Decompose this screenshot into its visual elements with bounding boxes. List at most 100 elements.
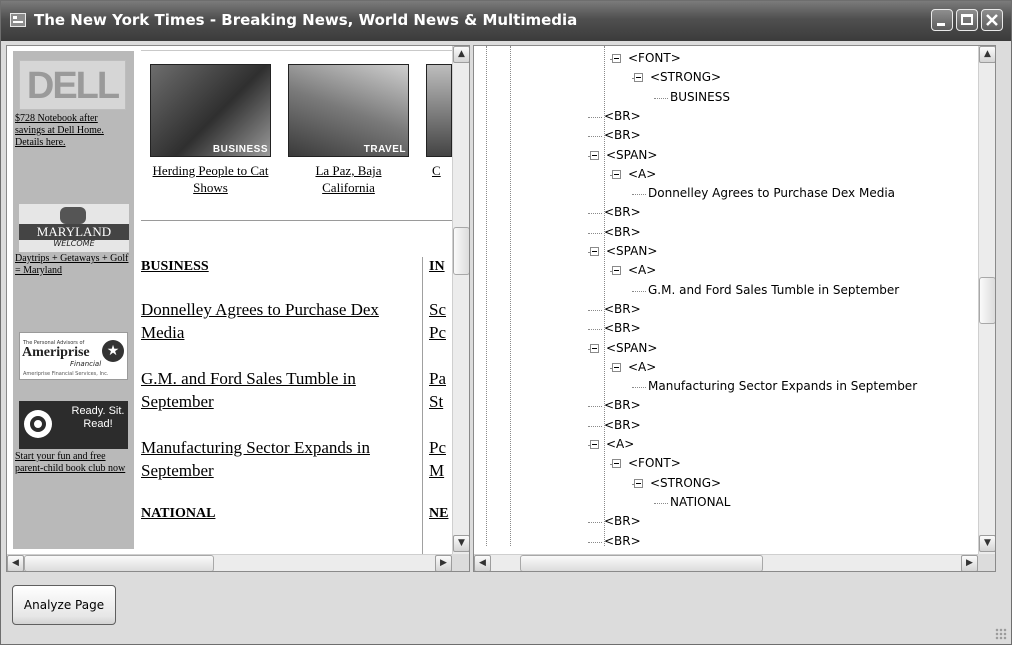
collapse-toggle-icon[interactable] [612,459,621,469]
tree-node[interactable]: <BR> [604,126,641,145]
arrow-up-icon[interactable]: ▲ [453,46,469,63]
tree-node[interactable]: NATIONAL [670,493,730,512]
section-heading-business[interactable]: BUSINESS [141,259,209,275]
minimize-icon [937,23,945,26]
tree-node[interactable]: <BR> [604,512,641,531]
headline-link-partial[interactable]: Pa St [429,367,453,413]
dell-ad-link[interactable]: $728 Notebook after savings at Dell Home… [15,113,130,149]
scroll-thumb[interactable] [453,227,469,275]
photo-caption-link[interactable]: Herding People to Cat Shows [150,162,271,196]
tree-node[interactable]: <A> [628,358,656,377]
section-heading-partial[interactable]: IN [429,259,445,275]
scroll-thumb[interactable] [979,277,995,324]
close-button[interactable] [981,9,1003,31]
target-ad[interactable]: Ready. Sit. Read! [19,401,128,449]
photo-thumbnail[interactable] [426,64,452,157]
ameriprise-services: Ameriprise Financial Services, Inc. [23,371,109,377]
tree-node[interactable]: <SPAN> [606,339,657,358]
photo-caption-link[interactable]: C [432,162,452,179]
tree-node[interactable]: <FONT> [628,49,681,68]
tree-node[interactable]: Donnelley Agrees to Purchase Dex Media [648,184,895,203]
tree-node[interactable]: <SPAN> [606,242,657,261]
close-icon [986,14,998,26]
dell-logo[interactable]: DELL [19,60,126,110]
section-heading-national[interactable]: NATIONAL [141,506,215,522]
collapse-toggle-icon[interactable] [612,54,621,63]
collapse-toggle-icon[interactable] [590,150,599,160]
arrow-right-icon[interactable]: ▶ [435,555,452,571]
arrow-left-icon[interactable]: ◀ [474,555,491,571]
tree-node[interactable]: G.M. and Ford Sales Tumble in September [648,281,899,300]
tree-node[interactable]: <BR> [604,203,641,222]
section-heading-partial[interactable]: NE [429,506,448,522]
headline-link[interactable]: Donnelley Agrees to Purchase Dex Media [141,298,411,344]
scroll-thumb[interactable] [24,555,214,571]
headline-link[interactable]: Manufacturing Sector Expands in Septembe… [141,436,411,482]
photo-caption-link[interactable]: La Paz, Baja California [288,162,409,196]
collapse-toggle-icon[interactable] [612,266,621,276]
maryland-logo[interactable]: MARYLAND WELCOME [19,204,129,252]
tree-node[interactable]: <SPAN> [606,146,657,165]
vertical-scrollbar[interactable]: ▲ ▼ [978,46,995,554]
column-divider [422,257,423,562]
window-icon[interactable] [10,13,26,27]
ameriprise-logo[interactable]: The Personal Advisors of Ameriprise Fina… [19,332,128,380]
arrow-down-icon[interactable]: ▼ [453,535,469,552]
horizontal-scrollbar[interactable]: ◀ ▶ [474,554,978,571]
analyze-page-button[interactable]: Analyze Page [12,585,116,625]
tree-node[interactable]: Manufacturing Sector Expands in Septembe… [648,377,917,396]
dom-tree-view[interactable]: <FONT> <STRONG> BUSINESS <BR> <BR> <SPAN> <A> D… [473,45,996,572]
resize-grip-icon[interactable] [995,628,1007,640]
tree-connector [632,387,646,389]
scroll-thumb[interactable] [520,555,763,571]
tree-guide-line [510,46,511,546]
headline-link-partial[interactable]: Sc Pc [429,298,453,344]
tree-node[interactable]: <FONT> [628,454,681,473]
photo-thumbnail[interactable]: TRAVEL [288,64,409,157]
tree-node[interactable]: <BR> [604,532,641,551]
tree-node[interactable]: <A> [606,435,634,454]
tree-node[interactable]: <BR> [604,107,641,126]
tree-node[interactable]: <BR> [604,223,641,242]
tree-connector [588,136,602,138]
arrow-right-icon[interactable]: ▶ [961,555,978,571]
tree-node[interactable]: <STRONG> [650,474,721,493]
tree-node[interactable]: BUSINESS [670,88,730,107]
tree-node[interactable]: <BR> [604,319,641,338]
maryland-ad-link[interactable]: Daytrips + Getaways + Golf = Maryland [15,253,134,277]
collapse-toggle-icon[interactable] [590,247,599,256]
tree-node[interactable]: <A> [628,165,656,184]
minimize-button[interactable] [931,9,953,31]
tree-node[interactable]: <BR> [604,396,641,415]
title-bar[interactable]: The New York Times - Breaking News, Worl… [1,1,1011,41]
tree-guide-line [486,46,487,546]
collapse-toggle-icon[interactable] [590,343,599,353]
collapse-toggle-icon[interactable] [634,73,643,83]
target-ad-link[interactable]: Start your fun and free parent-child boo… [15,451,132,475]
tree-node[interactable]: <BR> [604,300,641,319]
browser-pane[interactable]: DELL $728 Notebook after savings at Dell… [6,45,470,572]
tree-connector [588,116,602,118]
collapse-toggle-icon[interactable] [612,169,621,179]
collapse-toggle-icon[interactable] [634,478,643,488]
headline-link[interactable]: G.M. and Ford Sales Tumble in September [141,367,411,413]
maryland-logo-text: MARYLAND [19,224,129,240]
maximize-button[interactable] [956,9,978,31]
tree-node[interactable]: <A> [628,261,656,280]
target-ad-copy: Ready. Sit. Read! [71,405,125,430]
tree-connector [632,194,646,196]
horizontal-scrollbar[interactable]: ◀ ▶ [7,554,452,571]
app-window: The New York Times - Breaking News, Worl… [0,0,1012,645]
arrow-left-icon[interactable]: ◀ [7,555,24,571]
target-logo-icon [24,410,52,438]
vertical-scrollbar[interactable]: ▲ ▼ [452,46,469,554]
arrow-up-icon[interactable]: ▲ [979,46,995,63]
collapse-toggle-icon[interactable] [590,440,599,449]
collapse-toggle-icon[interactable] [612,362,621,372]
tree-node[interactable]: <STRONG> [650,68,721,87]
photo-tag: BUSINESS [212,144,268,155]
arrow-down-icon[interactable]: ▼ [979,535,995,552]
tree-node[interactable]: <BR> [604,416,641,435]
headline-link-partial[interactable]: Pc M [429,436,453,482]
photo-thumbnail[interactable]: BUSINESS [150,64,271,157]
